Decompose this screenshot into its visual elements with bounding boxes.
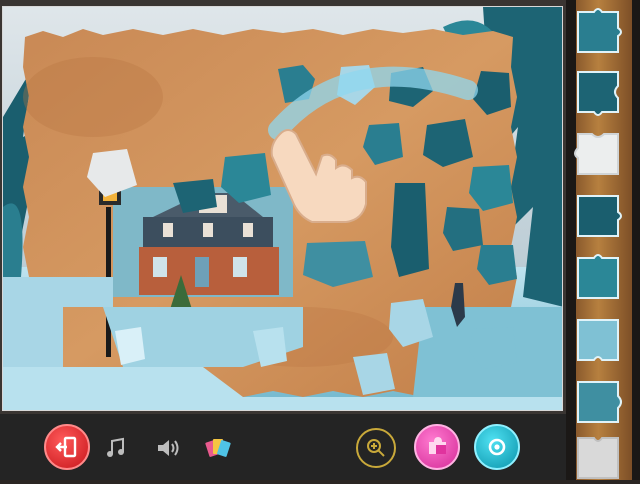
tray-piece[interactable] — [572, 6, 624, 58]
music-button[interactable] — [100, 432, 132, 464]
puzzle-piece-icon — [429, 437, 446, 454]
piece-tray[interactable] — [566, 0, 640, 480]
sound-button[interactable] — [152, 432, 184, 464]
hint-hand-icon — [270, 129, 367, 223]
rotate-button[interactable] — [474, 424, 520, 470]
exit-button[interactable] — [44, 424, 90, 470]
cards-button[interactable] — [202, 432, 234, 464]
tray-piece[interactable] — [572, 128, 624, 180]
puzzle-board[interactable] — [0, 0, 566, 414]
cards-icon — [205, 439, 231, 457]
tray-piece[interactable] — [572, 66, 624, 118]
tray-piece[interactable] — [572, 190, 624, 242]
zoom-button[interactable] — [356, 428, 396, 468]
music-note-icon — [107, 437, 124, 457]
tray-piece[interactable] — [572, 314, 624, 366]
speaker-icon — [158, 440, 179, 456]
tray-piece[interactable] — [572, 252, 624, 304]
zoom-in-icon — [367, 439, 385, 457]
tray-piece[interactable] — [572, 376, 624, 428]
tray-piece[interactable] — [572, 432, 624, 484]
rotate-icon — [488, 438, 506, 456]
sort-pieces-button[interactable] — [414, 424, 460, 470]
exit-door-icon — [55, 436, 77, 458]
